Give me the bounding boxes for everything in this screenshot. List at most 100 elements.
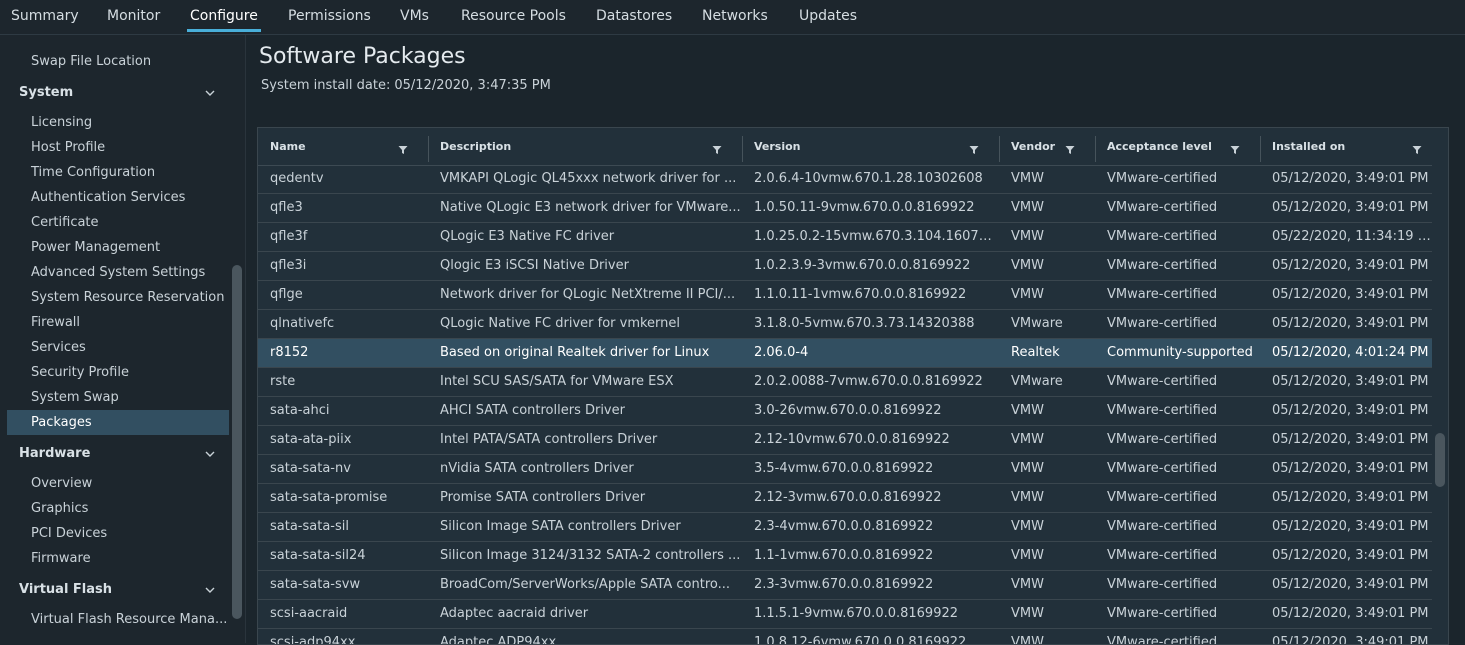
sidebar-item-packages[interactable]: Packages [31, 415, 92, 430]
cell-vendor: VMW [1011, 519, 1044, 534]
cell-acceptance-level: VMware-certified [1107, 258, 1218, 273]
sidebar-item-pci-devices[interactable]: PCI Devices [31, 526, 107, 541]
tab-monitor[interactable]: Monitor [107, 0, 160, 34]
tab-vms[interactable]: VMs [400, 0, 429, 34]
table-row[interactable]: rste Intel SCU SAS/SATA for VMware ESX 2.0… [258, 368, 1432, 397]
install-date-label: System install date: [261, 78, 391, 93]
cell-version: 2.3-3vmw.670.0.0.8169922 [754, 577, 934, 592]
sidebar-item-system-resource-reservation[interactable]: System Resource Reservation [31, 290, 224, 305]
table-row[interactable]: sata-ahci AHCI SATA controllers Driver 3.0… [258, 397, 1432, 426]
page-title: Software Packages [259, 44, 466, 69]
cell-installed-on: 05/12/2020, 3:49:01 PM [1272, 606, 1429, 621]
table-row[interactable]: r8152 Based on original Realtek driver fo… [258, 339, 1432, 368]
cell-installed-on: 05/12/2020, 3:49:01 PM [1272, 635, 1429, 644]
sidebar-item-overview[interactable]: Overview [31, 476, 92, 491]
cell-name: qflge [270, 287, 303, 302]
cell-version: 3.1.8.0-5vmw.670.3.73.14320388 [754, 316, 975, 331]
cell-description: Qlogic E3 iSCSI Native Driver [440, 258, 629, 273]
chevron-down-icon[interactable] [205, 88, 215, 98]
cell-vendor: VMW [1011, 171, 1044, 186]
sidebar-item-swap-file-location[interactable]: Swap File Location [31, 54, 151, 69]
cell-installed-on: 05/12/2020, 3:49:01 PM [1272, 403, 1429, 418]
sidebar-item-services[interactable]: Services [31, 340, 86, 355]
table-row[interactable]: qfle3f QLogic E3 Native FC driver 1.0.25.0… [258, 223, 1432, 252]
table-row[interactable]: qfle3 Native QLogic E3 network driver for… [258, 194, 1432, 223]
table-row[interactable]: qfle3i Qlogic E3 iSCSI Native Driver 1.0.2… [258, 252, 1432, 281]
sidebar-item-time-configuration[interactable]: Time Configuration [31, 165, 155, 180]
sidebar-item-system-swap[interactable]: System Swap [31, 390, 119, 405]
cell-acceptance-level: VMware-certified [1107, 403, 1218, 418]
tab-permissions[interactable]: Permissions [288, 0, 371, 34]
sidebar-section-system[interactable]: System [19, 85, 73, 100]
filter-icon[interactable] [1412, 145, 1422, 155]
cell-acceptance-level: VMware-certified [1107, 200, 1218, 215]
cell-acceptance-level: VMware-certified [1107, 171, 1218, 186]
cell-name: sata-ata-piix [270, 432, 352, 447]
sidebar-item-host-profile[interactable]: Host Profile [31, 140, 105, 155]
sidebar-item-virtual-flash-resource[interactable]: Virtual Flash Resource Mana... [31, 612, 227, 627]
tab-updates[interactable]: Updates [799, 0, 857, 34]
cell-acceptance-level: VMware-certified [1107, 548, 1218, 563]
filter-icon[interactable] [1230, 145, 1240, 155]
sidebar-item-power-management[interactable]: Power Management [31, 240, 160, 255]
column-header-installed-on[interactable]: Installed on [1260, 128, 1432, 165]
cell-version: 2.0.6.4-10vmw.670.1.28.10302608 [754, 171, 983, 186]
cell-installed-on: 05/12/2020, 3:49:01 PM [1272, 200, 1429, 215]
cell-vendor: Realtek [1011, 345, 1060, 360]
sidebar-scrollbar[interactable] [232, 265, 242, 619]
table-row[interactable]: sata-ata-piix Intel PATA/SATA controllers… [258, 426, 1432, 455]
column-header-vendor[interactable]: Vendor [999, 128, 1095, 165]
tab-summary[interactable]: Summary [11, 0, 79, 34]
filter-icon[interactable] [969, 145, 979, 155]
cell-name: qfle3 [270, 200, 303, 215]
table-scrollbar[interactable] [1435, 433, 1445, 487]
table-row[interactable]: scsi-aacraid Adaptec aacraid driver 1.1.5.… [258, 600, 1432, 629]
tab-datastores[interactable]: Datastores [596, 0, 672, 34]
cell-version: 1.1.5.1-9vmw.670.0.0.8169922 [754, 606, 959, 621]
column-header-version[interactable]: Version [742, 128, 999, 165]
cell-installed-on: 05/12/2020, 3:49:01 PM [1272, 577, 1429, 592]
sidebar-item-security-profile[interactable]: Security Profile [31, 365, 129, 380]
table-row[interactable]: qflge Network driver for QLogic NetXtreme… [258, 281, 1432, 310]
cell-name: scsi-adp94xx [270, 635, 356, 644]
table-row[interactable]: sata-sata-promise Promise SATA controller… [258, 484, 1432, 513]
sidebar-item-advanced-system-settings[interactable]: Advanced System Settings [31, 265, 205, 280]
cell-version: 3.0-26vmw.670.0.0.8169922 [754, 403, 942, 418]
sidebar-item-certificate[interactable]: Certificate [31, 215, 99, 230]
table-row[interactable]: sata-sata-svw BroadCom/ServerWorks/Apple … [258, 571, 1432, 600]
cell-acceptance-level: VMware-certified [1107, 461, 1218, 476]
chevron-down-icon[interactable] [205, 449, 215, 459]
sidebar-section-hardware[interactable]: Hardware [19, 446, 90, 461]
configure-sidebar: Swap File Location System Licensing Host… [0, 35, 246, 643]
cell-vendor: VMW [1011, 606, 1044, 621]
sidebar-item-firewall[interactable]: Firewall [31, 315, 80, 330]
table-row[interactable]: sata-sata-nv nVidia SATA controllers Driv… [258, 455, 1432, 484]
tab-resource-pools[interactable]: Resource Pools [461, 0, 566, 34]
table-row[interactable]: sata-sata-sil24 Silicon Image 3124/3132 S… [258, 542, 1432, 571]
sidebar-item-licensing[interactable]: Licensing [31, 115, 92, 130]
sidebar-item-firmware[interactable]: Firmware [31, 551, 91, 566]
cell-name: sata-sata-svw [270, 577, 361, 592]
column-header-description[interactable]: Description [428, 128, 742, 165]
cell-acceptance-level: Community-supported [1107, 345, 1253, 360]
chevron-down-icon[interactable] [205, 585, 215, 595]
tab-configure[interactable]: Configure [187, 0, 261, 34]
table-row[interactable]: qedentv VMKAPI QLogic QL45xxx network dri… [258, 166, 1432, 194]
filter-icon[interactable] [1065, 145, 1075, 155]
cell-version: 1.0.25.0.2-15vmw.670.3.104.16075168 [754, 229, 999, 244]
sidebar-item-authentication-services[interactable]: Authentication Services [31, 190, 185, 205]
tab-networks[interactable]: Networks [702, 0, 768, 34]
table-row[interactable]: scsi-adp94xx Adaptec ADP94xx 1.0.8.12-6vmw… [258, 629, 1432, 644]
table-row[interactable]: qlnativefc QLogic Native FC driver for vm… [258, 310, 1432, 339]
table-row[interactable]: sata-sata-sil Silicon Image SATA controll… [258, 513, 1432, 542]
cell-installed-on: 05/22/2020, 11:34:19 AM [1272, 229, 1432, 244]
cell-installed-on: 05/12/2020, 3:49:01 PM [1272, 287, 1429, 302]
filter-icon[interactable] [398, 145, 408, 155]
filter-icon[interactable] [712, 145, 722, 155]
cell-description: VMKAPI QLogic QL45xxx network driver for… [440, 171, 737, 186]
cell-installed-on: 05/12/2020, 3:49:01 PM [1272, 461, 1429, 476]
sidebar-section-virtual-flash[interactable]: Virtual Flash [19, 582, 112, 597]
sidebar-item-graphics[interactable]: Graphics [31, 501, 88, 516]
cell-description: AHCI SATA controllers Driver [440, 403, 625, 418]
cell-acceptance-level: VMware-certified [1107, 577, 1218, 592]
